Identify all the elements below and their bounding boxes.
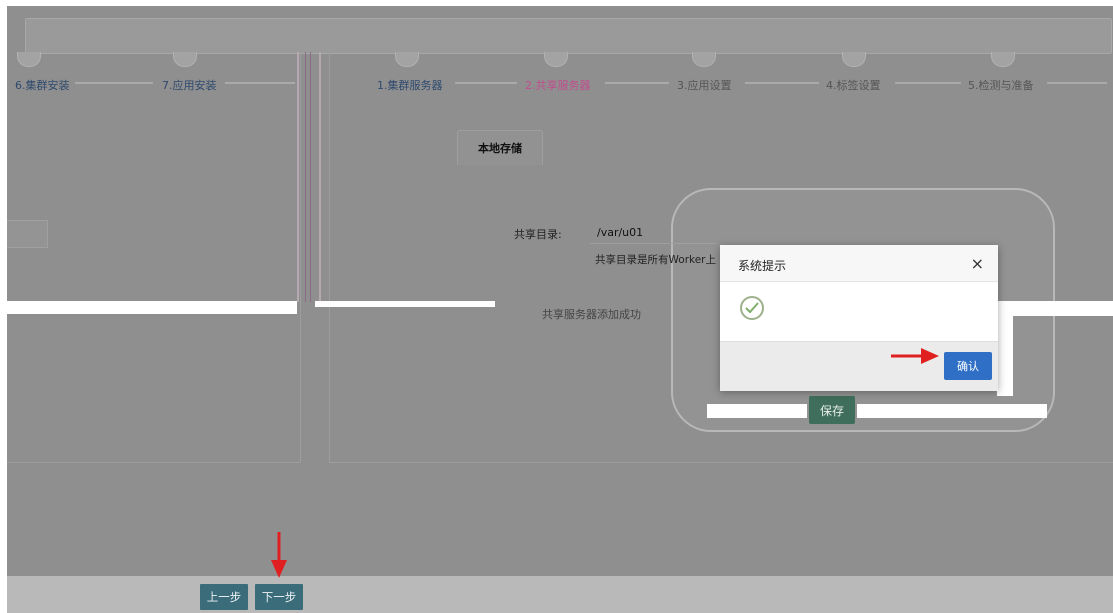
dialog-footer: 确认	[720, 341, 998, 391]
render-artifact	[707, 404, 807, 418]
left-panel	[7, 52, 301, 463]
success-check-icon	[740, 296, 764, 320]
render-artifact	[7, 301, 297, 314]
left-input-field[interactable]	[7, 220, 48, 248]
dialog-title: 系统提示	[738, 259, 787, 273]
shared-dir-hint: 共享目录是所有Worker上	[595, 254, 716, 266]
render-artifact	[857, 404, 1047, 418]
red-arrow-icon	[891, 348, 939, 364]
render-artifact	[315, 301, 495, 307]
shared-dir-underline	[590, 243, 716, 244]
shared-dir-input[interactable]: /var/u01	[597, 226, 643, 239]
next-step-button[interactable]: 下一步	[255, 584, 303, 610]
wizard-page: 6.集群安装 7.应用安装 1.集群服务器 2.共享服务器 3.应用设置 4.标…	[7, 6, 1113, 613]
bottom-nav-bar: 上一步 下一步	[7, 576, 1113, 613]
close-icon[interactable]: ×	[971, 254, 984, 273]
system-prompt-dialog: 系统提示 × 确认	[720, 245, 998, 391]
red-arrow-down-icon	[271, 532, 287, 578]
step-header-panel	[25, 18, 1112, 54]
panel-divider	[297, 52, 321, 302]
save-button[interactable]: 保存	[809, 396, 855, 424]
shared-dir-label: 共享目录:	[514, 228, 562, 241]
dialog-body	[720, 282, 998, 340]
render-artifact	[992, 301, 1113, 316]
confirm-button[interactable]: 确认	[944, 352, 992, 380]
tab-local-storage[interactable]: 本地存储	[457, 130, 543, 165]
prev-step-button[interactable]: 上一步	[200, 584, 248, 610]
dialog-header: 系统提示 ×	[720, 245, 998, 282]
render-artifact	[997, 316, 1013, 396]
add-success-text: 共享服务器添加成功	[542, 308, 641, 321]
